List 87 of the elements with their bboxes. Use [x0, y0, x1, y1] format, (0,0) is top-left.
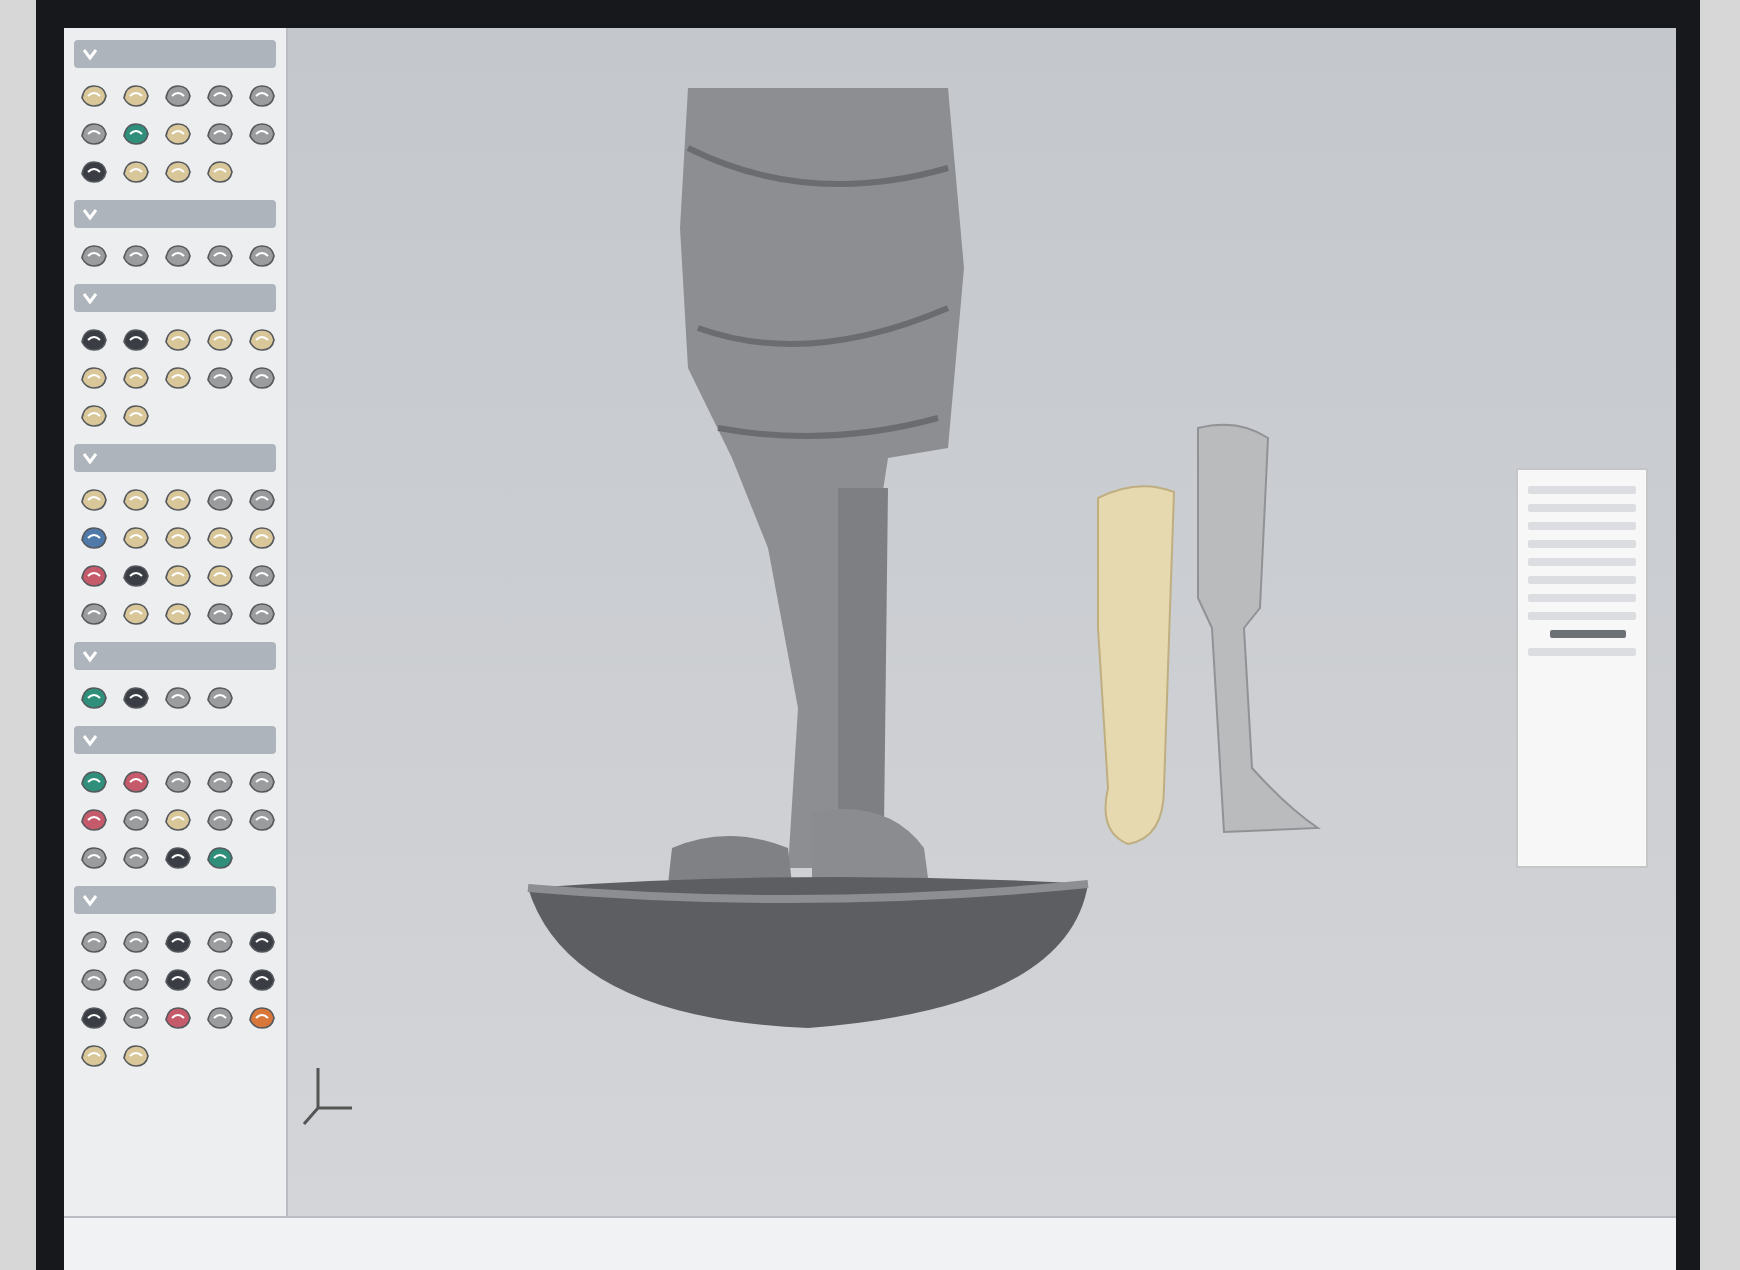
tool-icon[interactable]	[162, 560, 194, 592]
tool-icon[interactable]	[246, 240, 278, 272]
tool-icon[interactable]	[78, 766, 110, 798]
tool-icon[interactable]	[78, 362, 110, 394]
tool-icon[interactable]	[78, 1002, 110, 1034]
tool-icon[interactable]	[120, 926, 152, 958]
tool-icon[interactable]	[162, 324, 194, 356]
tool-icon[interactable]	[246, 80, 278, 112]
tool-icon[interactable]	[246, 766, 278, 798]
tool-icon[interactable]	[120, 80, 152, 112]
tool-icon[interactable]	[78, 118, 110, 150]
tool-icon[interactable]	[162, 842, 194, 874]
tool-icon[interactable]	[162, 522, 194, 554]
tool-icon[interactable]	[78, 682, 110, 714]
tool-icon[interactable]	[78, 926, 110, 958]
tool-icon[interactable]	[78, 804, 110, 836]
tool-icon[interactable]	[204, 682, 236, 714]
tool-icon[interactable]	[246, 1002, 278, 1034]
tool-icon[interactable]	[162, 118, 194, 150]
tool-icon[interactable]	[162, 804, 194, 836]
tool-icon[interactable]	[120, 766, 152, 798]
tool-icon[interactable]	[204, 156, 236, 188]
tool-icon[interactable]	[78, 522, 110, 554]
tool-icon[interactable]	[162, 240, 194, 272]
tool-icon[interactable]	[246, 118, 278, 150]
tool-icon[interactable]	[162, 964, 194, 996]
tool-icon[interactable]	[120, 964, 152, 996]
tool-icon[interactable]	[162, 80, 194, 112]
tool-icon[interactable]	[204, 522, 236, 554]
tool-icon[interactable]	[78, 484, 110, 516]
tool-icon[interactable]	[204, 766, 236, 798]
tool-icon[interactable]	[204, 560, 236, 592]
tool-icon[interactable]	[246, 484, 278, 516]
tool-icon[interactable]	[120, 362, 152, 394]
tool-icon[interactable]	[246, 324, 278, 356]
tool-icon[interactable]	[120, 1002, 152, 1034]
tool-icon[interactable]	[120, 560, 152, 592]
tool-icon[interactable]	[120, 156, 152, 188]
tool-icon[interactable]	[162, 926, 194, 958]
tool-icon[interactable]	[162, 766, 194, 798]
tool-icon[interactable]	[204, 842, 236, 874]
tool-icon[interactable]	[120, 1040, 152, 1072]
axis-triad-icon	[302, 1066, 354, 1126]
tool-icon[interactable]	[246, 926, 278, 958]
tool-icon[interactable]	[78, 842, 110, 874]
tool-icon[interactable]	[162, 598, 194, 630]
tool-icon[interactable]	[162, 1002, 194, 1034]
tool-icon[interactable]	[204, 324, 236, 356]
tool-icon[interactable]	[204, 240, 236, 272]
tool-icon[interactable]	[246, 964, 278, 996]
tool-icon[interactable]	[78, 560, 110, 592]
tool-icon[interactable]	[78, 240, 110, 272]
tool-icon[interactable]	[246, 598, 278, 630]
tool-icon[interactable]	[78, 400, 110, 432]
tool-icon[interactable]	[120, 118, 152, 150]
tool-icon[interactable]	[78, 324, 110, 356]
tool-icon[interactable]	[162, 362, 194, 394]
tool-icon[interactable]	[120, 682, 152, 714]
tool-icon[interactable]	[78, 598, 110, 630]
tool-icon[interactable]	[204, 118, 236, 150]
tool-icon[interactable]	[204, 926, 236, 958]
tool-icon[interactable]	[204, 964, 236, 996]
tool-icon[interactable]	[246, 804, 278, 836]
tool-icon[interactable]	[204, 1002, 236, 1034]
tool-icon[interactable]	[120, 484, 152, 516]
tool-icon[interactable]	[120, 804, 152, 836]
tool-icon[interactable]	[204, 362, 236, 394]
tool-icon[interactable]	[120, 240, 152, 272]
tool-icon[interactable]	[120, 324, 152, 356]
tool-icon[interactable]	[78, 964, 110, 996]
tool-icon[interactable]	[204, 80, 236, 112]
tool-icon[interactable]	[78, 80, 110, 112]
tool-icon[interactable]	[162, 484, 194, 516]
tool-icon[interactable]	[204, 598, 236, 630]
tool-icon[interactable]	[120, 400, 152, 432]
tool-icon[interactable]	[246, 560, 278, 592]
tool-icon[interactable]	[120, 522, 152, 554]
tool-icon[interactable]	[204, 484, 236, 516]
tool-icon[interactable]	[78, 1040, 110, 1072]
tool-icon[interactable]	[162, 156, 194, 188]
tool-icon[interactable]	[246, 362, 278, 394]
tool-icon[interactable]	[78, 156, 110, 188]
tool-icon[interactable]	[246, 522, 278, 554]
tool-icon[interactable]	[120, 842, 152, 874]
tool-icon[interactable]	[204, 804, 236, 836]
tool-icon[interactable]	[162, 682, 194, 714]
tool-icon[interactable]	[120, 598, 152, 630]
